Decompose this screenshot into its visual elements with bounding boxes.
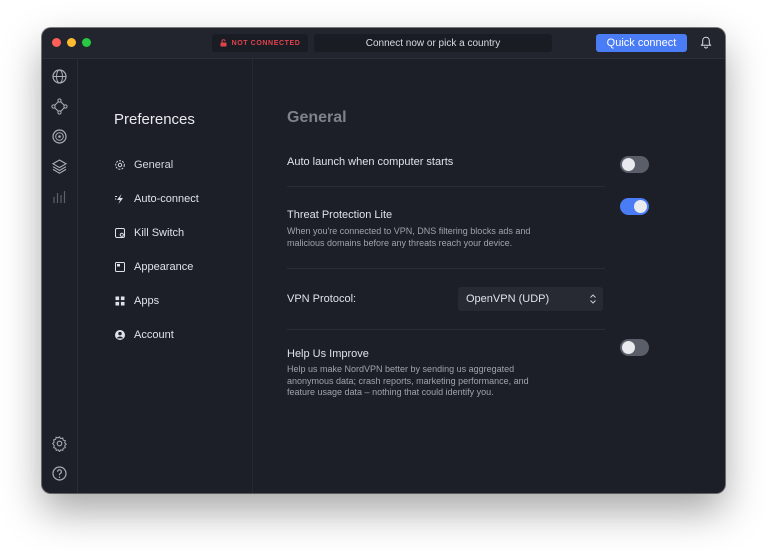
meshnet-icon[interactable] [51, 98, 68, 115]
divider [287, 329, 605, 330]
close-window-button[interactable] [52, 38, 61, 47]
pref-item-label: Kill Switch [134, 227, 185, 239]
layers-icon[interactable] [51, 158, 68, 175]
pref-item-label: Apps [134, 295, 160, 307]
status-text: NOT CONNECTED [231, 39, 301, 47]
threat-protection-toggle[interactable] [620, 198, 649, 215]
threat-protection-label: Threat Protection Lite [287, 209, 393, 221]
app-window: NOT CONNECTED Connect now or pick a coun… [42, 28, 725, 493]
pref-item-apps[interactable]: Apps [114, 293, 159, 309]
pref-item-label: General [134, 159, 174, 171]
threat-protection-description: When you're connected to VPN, DNS filter… [287, 226, 531, 248]
apps-icon [115, 296, 125, 306]
vpn-protocol-label: VPN Protocol: [287, 293, 357, 305]
target-icon[interactable] [51, 128, 68, 145]
help-icon[interactable] [51, 465, 68, 482]
toggle-knob [622, 341, 635, 354]
help-improve-toggle[interactable] [620, 339, 649, 356]
chevron-up-down-icon [590, 294, 596, 304]
pref-item-label: Auto-connect [134, 193, 199, 205]
quick-connect-label: Quick connect [606, 37, 677, 49]
nav-rail [42, 59, 78, 493]
help-improve-description: Help us make NordVPN better by sending u… [287, 364, 529, 397]
pref-item-label: Appearance [134, 261, 194, 273]
pref-item-account[interactable]: Account [114, 327, 174, 343]
country-search[interactable]: Connect now or pick a country [314, 34, 552, 52]
pref-item-label: Account [134, 329, 174, 341]
minimize-window-button[interactable] [67, 38, 76, 47]
vpn-protocol-select[interactable]: OpenVPN (UDP) [458, 287, 603, 311]
pref-item-general[interactable]: General [114, 157, 173, 173]
toggle-knob [622, 158, 635, 171]
stats-icon[interactable] [51, 188, 68, 205]
pref-item-auto-connect[interactable]: Auto-connect [114, 191, 199, 207]
kill-switch-icon [115, 228, 125, 238]
zoom-window-button[interactable] [82, 38, 91, 47]
section-title: General [287, 109, 347, 126]
appearance-icon [115, 262, 125, 272]
auto-connect-icon [115, 194, 123, 204]
search-placeholder: Connect now or pick a country [365, 37, 501, 49]
pref-item-appearance[interactable]: Appearance [114, 259, 193, 275]
auto-launch-toggle[interactable] [620, 156, 649, 173]
divider [287, 186, 605, 187]
auto-launch-label: Auto launch when computer starts [287, 156, 454, 168]
vpn-protocol-value: OpenVPN (UDP) [466, 293, 550, 305]
bell-icon[interactable] [700, 36, 712, 49]
pref-item-kill-switch[interactable]: Kill Switch [114, 225, 184, 241]
preferences-title: Preferences [114, 111, 195, 128]
quick-connect-button[interactable]: Quick connect [596, 34, 687, 52]
divider [287, 268, 605, 269]
globe-icon[interactable] [51, 68, 68, 85]
preferences-panel: Preferences General Auto-connect Kill Sw… [78, 59, 253, 493]
connection-status: NOT CONNECTED [212, 34, 308, 52]
help-improve-label: Help Us Improve [287, 348, 369, 360]
lock-icon [220, 39, 227, 47]
settings-icon[interactable] [51, 435, 68, 452]
gear-icon [115, 160, 125, 170]
account-icon [115, 330, 125, 340]
title-bar: NOT CONNECTED Connect now or pick a coun… [42, 28, 725, 59]
general-settings: General Auto launch when computer starts… [253, 59, 725, 493]
toggle-knob [634, 200, 647, 213]
